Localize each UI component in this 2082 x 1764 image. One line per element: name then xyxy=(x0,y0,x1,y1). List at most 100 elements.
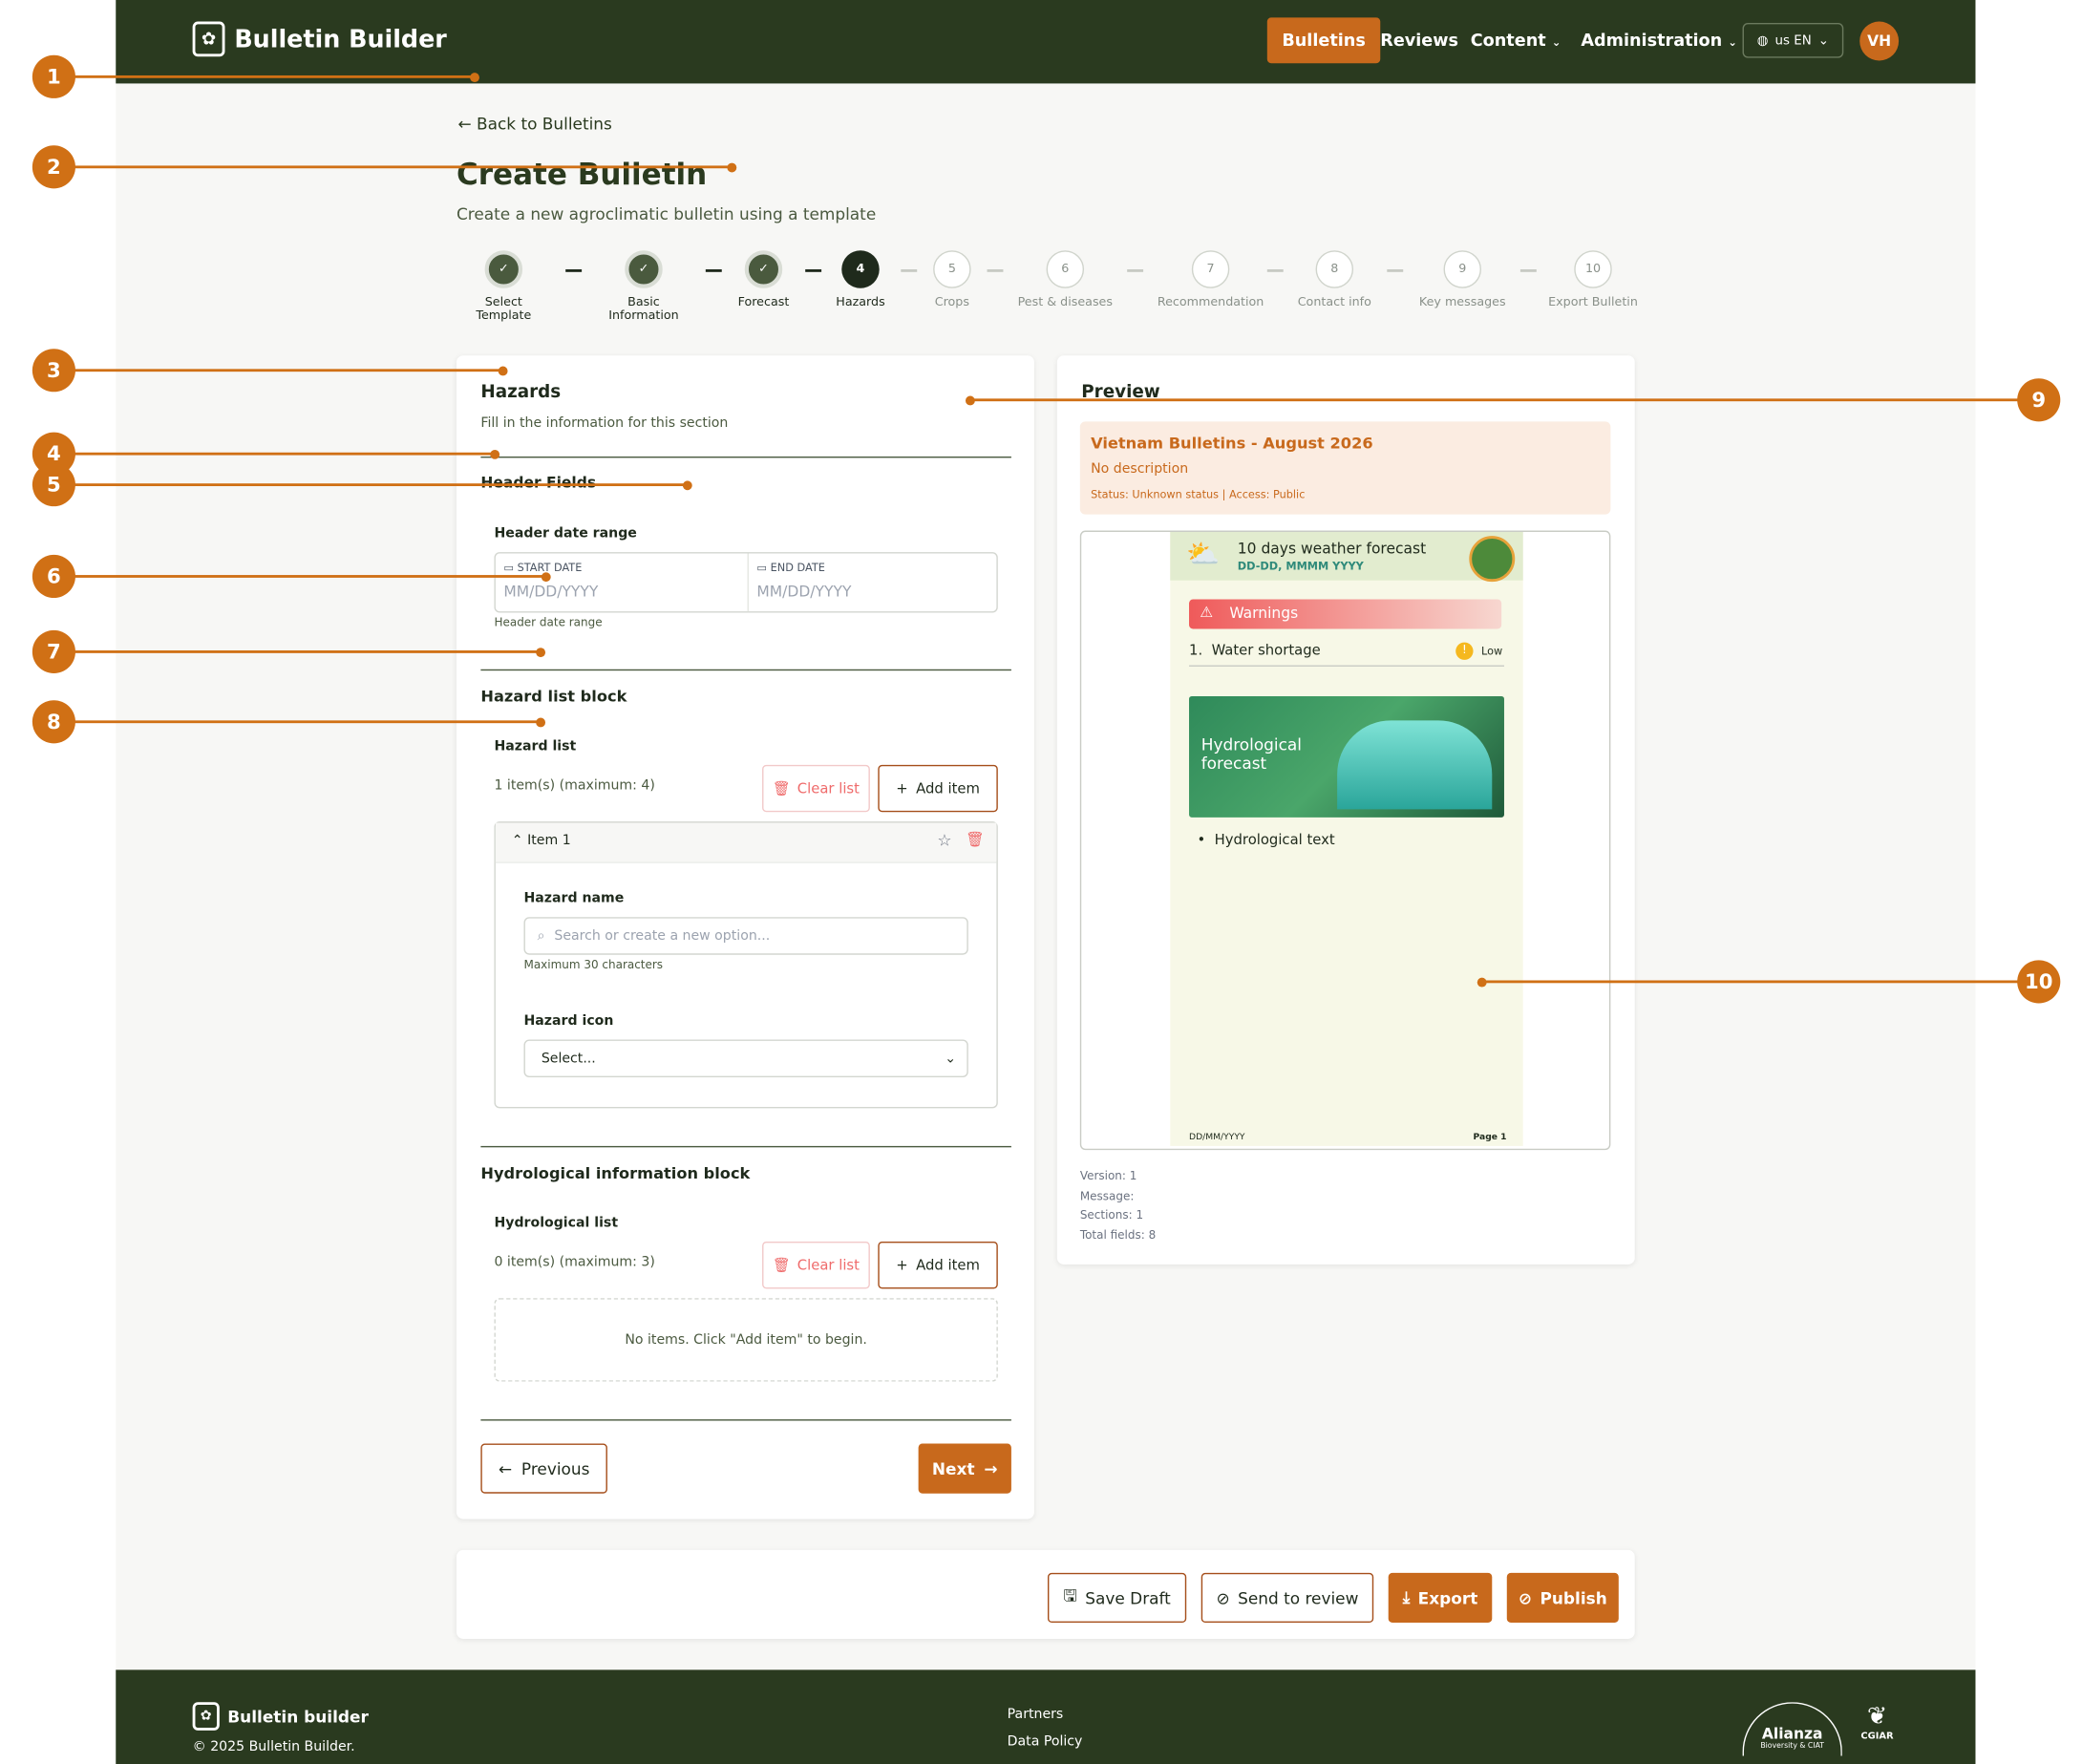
back-link[interactable]: ← Back to Bulletins xyxy=(457,115,611,134)
step-2[interactable]: ✓ Basic Information xyxy=(576,250,711,323)
step-label-line1: Select xyxy=(484,296,522,310)
add-item-label: Add item xyxy=(916,780,980,797)
search-icon: ⌕ xyxy=(537,928,545,944)
callout-badge: 1 xyxy=(32,54,75,98)
divider xyxy=(480,1419,1011,1421)
logo-icon: ✿ xyxy=(192,1702,220,1731)
hydro-title: Hydrological forecast xyxy=(1201,735,1302,773)
step-6[interactable]: 6 Pest & diseases xyxy=(998,250,1133,309)
footer-copyright: © 2025 Bulletin Builder. xyxy=(192,1739,355,1755)
avatar[interactable]: VH xyxy=(1859,21,1900,61)
add-item-label: Add item xyxy=(916,1257,980,1274)
callout-badge: 5 xyxy=(32,463,75,507)
trash-icon[interactable]: 🗑 xyxy=(966,831,985,848)
item-title: Item 1 xyxy=(527,833,571,849)
step-number: 7 xyxy=(1191,250,1230,288)
nav-administration[interactable]: Administration ⌄ xyxy=(1566,17,1753,63)
step-label-line1: Basic xyxy=(627,296,660,310)
hazard-name-help: Maximum 30 characters xyxy=(523,958,664,973)
callout-dot xyxy=(726,161,736,172)
cgiar-logo: ❦ CGIAR xyxy=(1853,1702,1901,1741)
date-range-picker: ▭ START DATE MM/DD/YYYY ▭ END DATE MM/DD… xyxy=(494,552,998,613)
send-review-button[interactable]: ⊘ Send to review xyxy=(1200,1572,1374,1624)
hazard-name-input[interactable]: ⌕ Search or create a new option... xyxy=(523,917,968,955)
step-connector xyxy=(1387,269,1404,272)
calendar-icon: ▭ xyxy=(503,561,515,574)
add-item-button[interactable]: + Add item xyxy=(878,764,998,813)
send-review-label: Send to review xyxy=(1238,1588,1359,1607)
nav-content-label: Content xyxy=(1470,30,1546,51)
next-label: Next xyxy=(931,1458,975,1478)
footer-partners-link[interactable]: Partners xyxy=(1008,1708,1064,1723)
step-1[interactable]: ✓ Select Template xyxy=(436,250,571,323)
page-subtitle: Create a new agroclimatic bulletin using… xyxy=(456,204,877,224)
seal-logo xyxy=(1469,536,1516,583)
previous-label: Previous xyxy=(520,1458,590,1478)
step-8[interactable]: 8 Contact info xyxy=(1267,250,1402,309)
nav-admin-label: Administration xyxy=(1581,30,1723,51)
hazard-icon-select[interactable]: Select... ⌄ xyxy=(523,1039,968,1077)
next-button[interactable]: Next → xyxy=(918,1443,1011,1494)
export-label: Export xyxy=(1417,1588,1478,1607)
empty-state: No items. Click "Add item" to begin. xyxy=(494,1298,998,1382)
step-label: Pest & diseases xyxy=(998,296,1133,309)
hazard-name-label: Hazard name xyxy=(523,891,625,906)
dam-graphic xyxy=(1337,720,1493,810)
bulletin-page: ⛅ 10 days weather forecast DD-DD, MMMM Y… xyxy=(1170,531,1523,1146)
step-connector xyxy=(901,269,918,272)
step-7[interactable]: 7 Recommendation xyxy=(1143,250,1278,309)
end-date-field[interactable]: ▭ END DATE MM/DD/YYYY xyxy=(747,553,998,612)
callout-badge: 6 xyxy=(32,554,75,599)
plus-icon: + xyxy=(896,780,908,797)
step-9[interactable]: 9 Key messages xyxy=(1395,250,1530,309)
check-circle-icon: ⊘ xyxy=(1216,1588,1230,1607)
callout-dot xyxy=(682,479,692,490)
start-date-field[interactable]: ▭ START DATE MM/DD/YYYY xyxy=(496,554,746,612)
hydro-title-line1: Hydrological xyxy=(1200,734,1303,754)
star-icon[interactable]: ☆ xyxy=(937,831,951,850)
date-range-label: Header date range xyxy=(494,526,637,542)
item-toggle[interactable]: ⌃ Item 1 xyxy=(512,834,571,849)
nav-bulletins[interactable]: Bulletins xyxy=(1266,17,1381,64)
language-label: us EN xyxy=(1774,32,1812,49)
divider xyxy=(480,1145,1011,1148)
form-card: Hazards Fill in the information for this… xyxy=(456,355,1034,1520)
back-label: Back to Bulletins xyxy=(476,114,612,134)
chevron-down-icon: ⌄ xyxy=(945,1051,957,1067)
clear-list-button[interactable]: 🗑 Clear list xyxy=(762,1242,870,1289)
item-header[interactable]: ⌃ Item 1 ☆ 🗑 xyxy=(495,822,997,863)
callout-line xyxy=(53,369,502,372)
save-icon: 🖫 xyxy=(1063,1585,1077,1605)
doc-page: Page 1 xyxy=(1473,1131,1507,1142)
warning-num: 1. xyxy=(1189,642,1203,659)
nav-content[interactable]: Content ⌄ xyxy=(1455,17,1576,63)
calendar-icon: ▭ xyxy=(756,561,768,574)
callout-badge: 9 xyxy=(2017,378,2061,422)
publish-button[interactable]: ⊘ Publish xyxy=(1506,1572,1619,1624)
footer-policy-link[interactable]: Data Policy xyxy=(1008,1734,1083,1750)
warnings-banner: ⚠ Warnings xyxy=(1189,599,1502,629)
preview-card: Preview Vietnam Bulletins - August 2026 … xyxy=(1056,355,1635,1265)
previous-button[interactable]: ← Previous xyxy=(480,1443,607,1494)
language-select[interactable]: ◍ us EN ⌄ xyxy=(1742,22,1844,58)
warnings-label: Warnings xyxy=(1229,605,1299,623)
app-logo[interactable]: ✿ Bulletin Builder xyxy=(192,21,447,57)
save-draft-button[interactable]: 🖫 Save Draft xyxy=(1047,1572,1187,1624)
hydro-title-line2: forecast xyxy=(1200,754,1267,774)
step-label-line1: Export Bulletin xyxy=(1548,296,1638,310)
preview-meta: Version: 1 Message: Sections: 1 Total fi… xyxy=(1080,1167,1156,1245)
alianza-subtext: Bioversity & CIAT xyxy=(1760,1742,1825,1751)
export-button[interactable]: ⤓ Export xyxy=(1388,1572,1493,1624)
step-connector xyxy=(705,269,722,272)
callout-line xyxy=(53,483,688,487)
callout-line xyxy=(53,165,732,169)
clear-list-button[interactable]: 🗑 Clear list xyxy=(762,764,870,813)
callout-badge: 3 xyxy=(32,349,75,393)
page-title: Create Bulletin xyxy=(456,159,708,193)
callout-dot xyxy=(535,716,545,727)
bulletin-preview-frame[interactable]: ⛅ 10 days weather forecast DD-DD, MMMM Y… xyxy=(1079,530,1611,1151)
add-item-button[interactable]: + Add item xyxy=(878,1242,998,1289)
callout-dot xyxy=(489,449,499,459)
hydro-image: Hydrological forecast xyxy=(1189,695,1504,818)
step-10[interactable]: 10 Export Bulletin xyxy=(1526,250,1661,309)
